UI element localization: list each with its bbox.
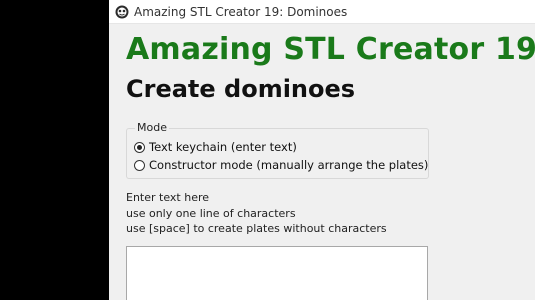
- text-input[interactable]: [126, 246, 428, 300]
- app-logo-icon: [115, 5, 129, 19]
- instruction-one-line: use only one line of characters: [126, 207, 296, 220]
- window-title: Amazing STL Creator 19: Dominoes: [134, 5, 348, 19]
- instruction-enter-text: Enter text here: [126, 191, 210, 204]
- radio-label-constructor-mode: Constructor mode (manually arrange the p…: [149, 158, 429, 172]
- radio-text-keychain[interactable]: Text keychain (enter text): [134, 139, 297, 155]
- title-bar[interactable]: Amazing STL Creator 19: Dominoes: [109, 0, 535, 24]
- mode-legend: Mode: [135, 121, 169, 134]
- app-title: Amazing STL Creator 19: [126, 32, 535, 67]
- radio-constructor-mode[interactable]: Constructor mode (manually arrange the p…: [134, 157, 428, 173]
- radio-label-text-keychain: Text keychain (enter text): [149, 140, 297, 154]
- instruction-space: use [space] to create plates without cha…: [126, 222, 387, 235]
- app-window: Amazing STL Creator 19: Dominoes Amazing…: [109, 0, 535, 300]
- screen: Amazing STL Creator 19: Dominoes Amazing…: [0, 0, 535, 300]
- radio-button-unchecked[interactable]: [134, 159, 145, 171]
- radio-button-checked[interactable]: [134, 141, 145, 153]
- page-title: Create dominoes: [126, 75, 356, 103]
